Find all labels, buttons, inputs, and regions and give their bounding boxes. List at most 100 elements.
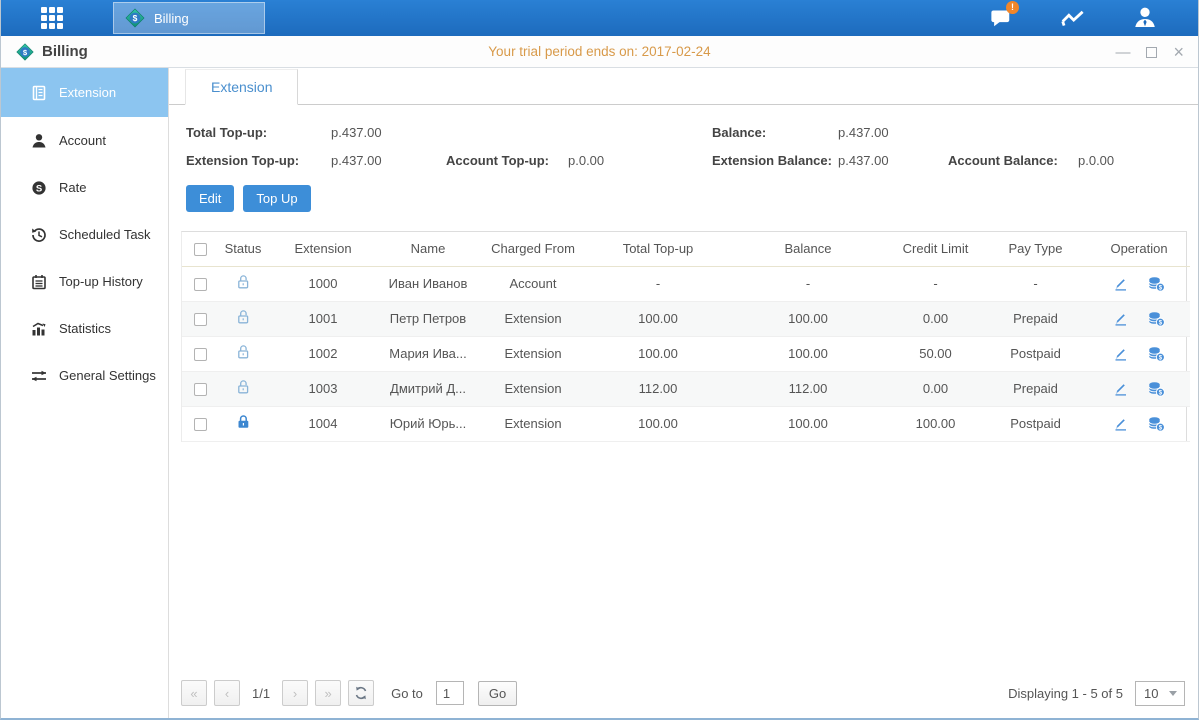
displaying-text: Displaying 1 - 5 of 5 [1008, 686, 1123, 701]
summary-label: Account Top-up: [446, 153, 568, 168]
summary-value: p.437.00 [331, 125, 446, 140]
top-up-coins-icon[interactable]: $ [1148, 381, 1165, 397]
status-lock-icon[interactable] [236, 274, 251, 290]
taskbar-item-billing[interactable]: Billing [113, 2, 265, 34]
account-person-icon [31, 133, 47, 149]
table-footer: « ‹ 1/1 › » Go to Go Displaying 1 - 5 of… [169, 680, 1198, 718]
desktop-topbar: Billing ! [1, 0, 1198, 36]
edit-pencil-icon[interactable] [1113, 381, 1129, 397]
sidebar-item-scheduled-task[interactable]: Scheduled Task [1, 211, 168, 258]
edit-button[interactable]: Edit [186, 185, 234, 212]
edit-pencil-icon[interactable] [1113, 416, 1129, 432]
table-header-row: Status Extension Name Charged From Total… [182, 232, 1190, 266]
page-size-dropdown[interactable]: 10 [1135, 681, 1185, 706]
sidebar-item-rate[interactable]: S Rate [1, 164, 168, 211]
cell-charged-from: Extension [478, 406, 588, 441]
window-titlebar: Billing Your trial period ends on: 2017-… [1, 36, 1198, 68]
last-page-button[interactable]: » [315, 680, 341, 706]
topbar-status-icons: ! [986, 0, 1160, 36]
column-header-name: Name [378, 232, 478, 266]
row-checkbox[interactable] [194, 313, 207, 326]
go-button[interactable]: Go [478, 681, 517, 706]
sidebar-item-topup-history[interactable]: Top-up History [1, 258, 168, 305]
row-checkbox[interactable] [194, 418, 207, 431]
window-title-group: Billing [15, 42, 88, 62]
cell-name: Иван Иванов [378, 266, 478, 301]
sidebar-item-statistics[interactable]: Statistics [1, 305, 168, 352]
display-summary: Displaying 1 - 5 of 5 10 [1008, 681, 1185, 706]
edit-pencil-icon[interactable] [1113, 311, 1129, 327]
cell-charged-from: Extension [478, 301, 588, 336]
sidebar-item-label: Account [59, 133, 106, 148]
cell-name: Юрий Юрь... [378, 406, 478, 441]
cell-pay-type: - [983, 266, 1088, 301]
row-checkbox[interactable] [194, 278, 207, 291]
table-row: 1001 Петр Петров Extension 100.00 100.00… [182, 301, 1190, 336]
cell-extension: 1004 [268, 406, 378, 441]
sidebar-item-account[interactable]: Account [1, 117, 168, 164]
table-row: 1000 Иван Иванов Account - - - - $ [182, 266, 1190, 301]
top-up-coins-icon[interactable]: $ [1148, 276, 1165, 292]
sidebar-item-extension[interactable]: Extension [1, 68, 168, 117]
sidebar-item-label: Scheduled Task [59, 227, 151, 242]
table-row: 1002 Мария Ива... Extension 100.00 100.0… [182, 336, 1190, 371]
summary-label: Extension Balance: [712, 153, 838, 168]
window-title: Billing [42, 43, 88, 60]
cell-name: Петр Петров [378, 301, 478, 336]
row-checkbox[interactable] [194, 348, 207, 361]
cell-credit-limit: 0.00 [888, 371, 983, 406]
balance-summary: Total Top-up: p.437.00 Balance: p.437.00… [169, 105, 1198, 168]
status-lock-icon[interactable] [236, 414, 251, 430]
column-header-operation: Operation [1088, 232, 1190, 266]
column-header-credit-limit: Credit Limit [888, 232, 983, 266]
tab-bar: Extension [169, 68, 1198, 105]
statistics-chart-icon [31, 321, 47, 337]
topup-history-calendar-icon [31, 274, 47, 290]
goto-page-input[interactable] [436, 681, 464, 705]
top-up-coins-icon[interactable]: $ [1148, 311, 1165, 327]
sidebar-item-general-settings[interactable]: General Settings [1, 352, 168, 399]
status-lock-icon[interactable] [236, 344, 251, 360]
top-up-coins-icon[interactable]: $ [1148, 416, 1165, 432]
top-up-coins-icon[interactable]: $ [1148, 346, 1165, 362]
taskbar-item-label: Billing [154, 11, 189, 26]
column-header-extension: Extension [268, 232, 378, 266]
next-page-button[interactable]: › [282, 680, 308, 706]
billing-dollar-diamond-icon [15, 42, 35, 62]
column-header-pay-type: Pay Type [983, 232, 1088, 266]
refresh-button[interactable] [348, 680, 374, 706]
tab-extension[interactable]: Extension [185, 69, 298, 105]
status-lock-icon[interactable] [236, 379, 251, 395]
cell-balance: - [728, 266, 888, 301]
top-up-button[interactable]: Top Up [243, 185, 310, 212]
cell-balance: 100.00 [728, 336, 888, 371]
cell-extension: 1000 [268, 266, 378, 301]
table-row: 1004 Юрий Юрь... Extension 100.00 100.00… [182, 406, 1190, 441]
summary-label: Total Top-up: [186, 125, 331, 140]
sidebar-item-label: Top-up History [59, 274, 143, 289]
first-page-button[interactable]: « [181, 680, 207, 706]
prev-page-button[interactable]: ‹ [214, 680, 240, 706]
close-icon[interactable]: × [1173, 43, 1184, 61]
status-lock-icon[interactable] [236, 309, 251, 325]
cell-credit-limit: - [888, 266, 983, 301]
minimize-icon[interactable]: — [1115, 45, 1130, 60]
select-all-checkbox[interactable] [194, 243, 207, 256]
cell-total-top-up: 100.00 [588, 301, 728, 336]
svg-text:S: S [36, 183, 42, 194]
summary-label: Extension Top-up: [186, 153, 331, 168]
cell-total-top-up: 100.00 [588, 336, 728, 371]
edit-pencil-icon[interactable] [1113, 346, 1129, 362]
row-checkbox[interactable] [194, 383, 207, 396]
table-row: 1003 Дмитрий Д... Extension 112.00 112.0… [182, 371, 1190, 406]
chevron-down-icon [1169, 691, 1177, 696]
cell-total-top-up: - [588, 266, 728, 301]
maximize-icon[interactable] [1146, 47, 1157, 58]
page-indicator: 1/1 [252, 686, 270, 701]
sidebar-item-label: Extension [59, 85, 116, 100]
resource-monitor-chart-icon[interactable] [1058, 5, 1088, 31]
edit-pencil-icon[interactable] [1113, 276, 1129, 292]
notifications-chat-icon[interactable]: ! [986, 5, 1016, 31]
app-launcher-icon[interactable] [41, 7, 65, 29]
user-account-icon[interactable] [1130, 5, 1160, 31]
